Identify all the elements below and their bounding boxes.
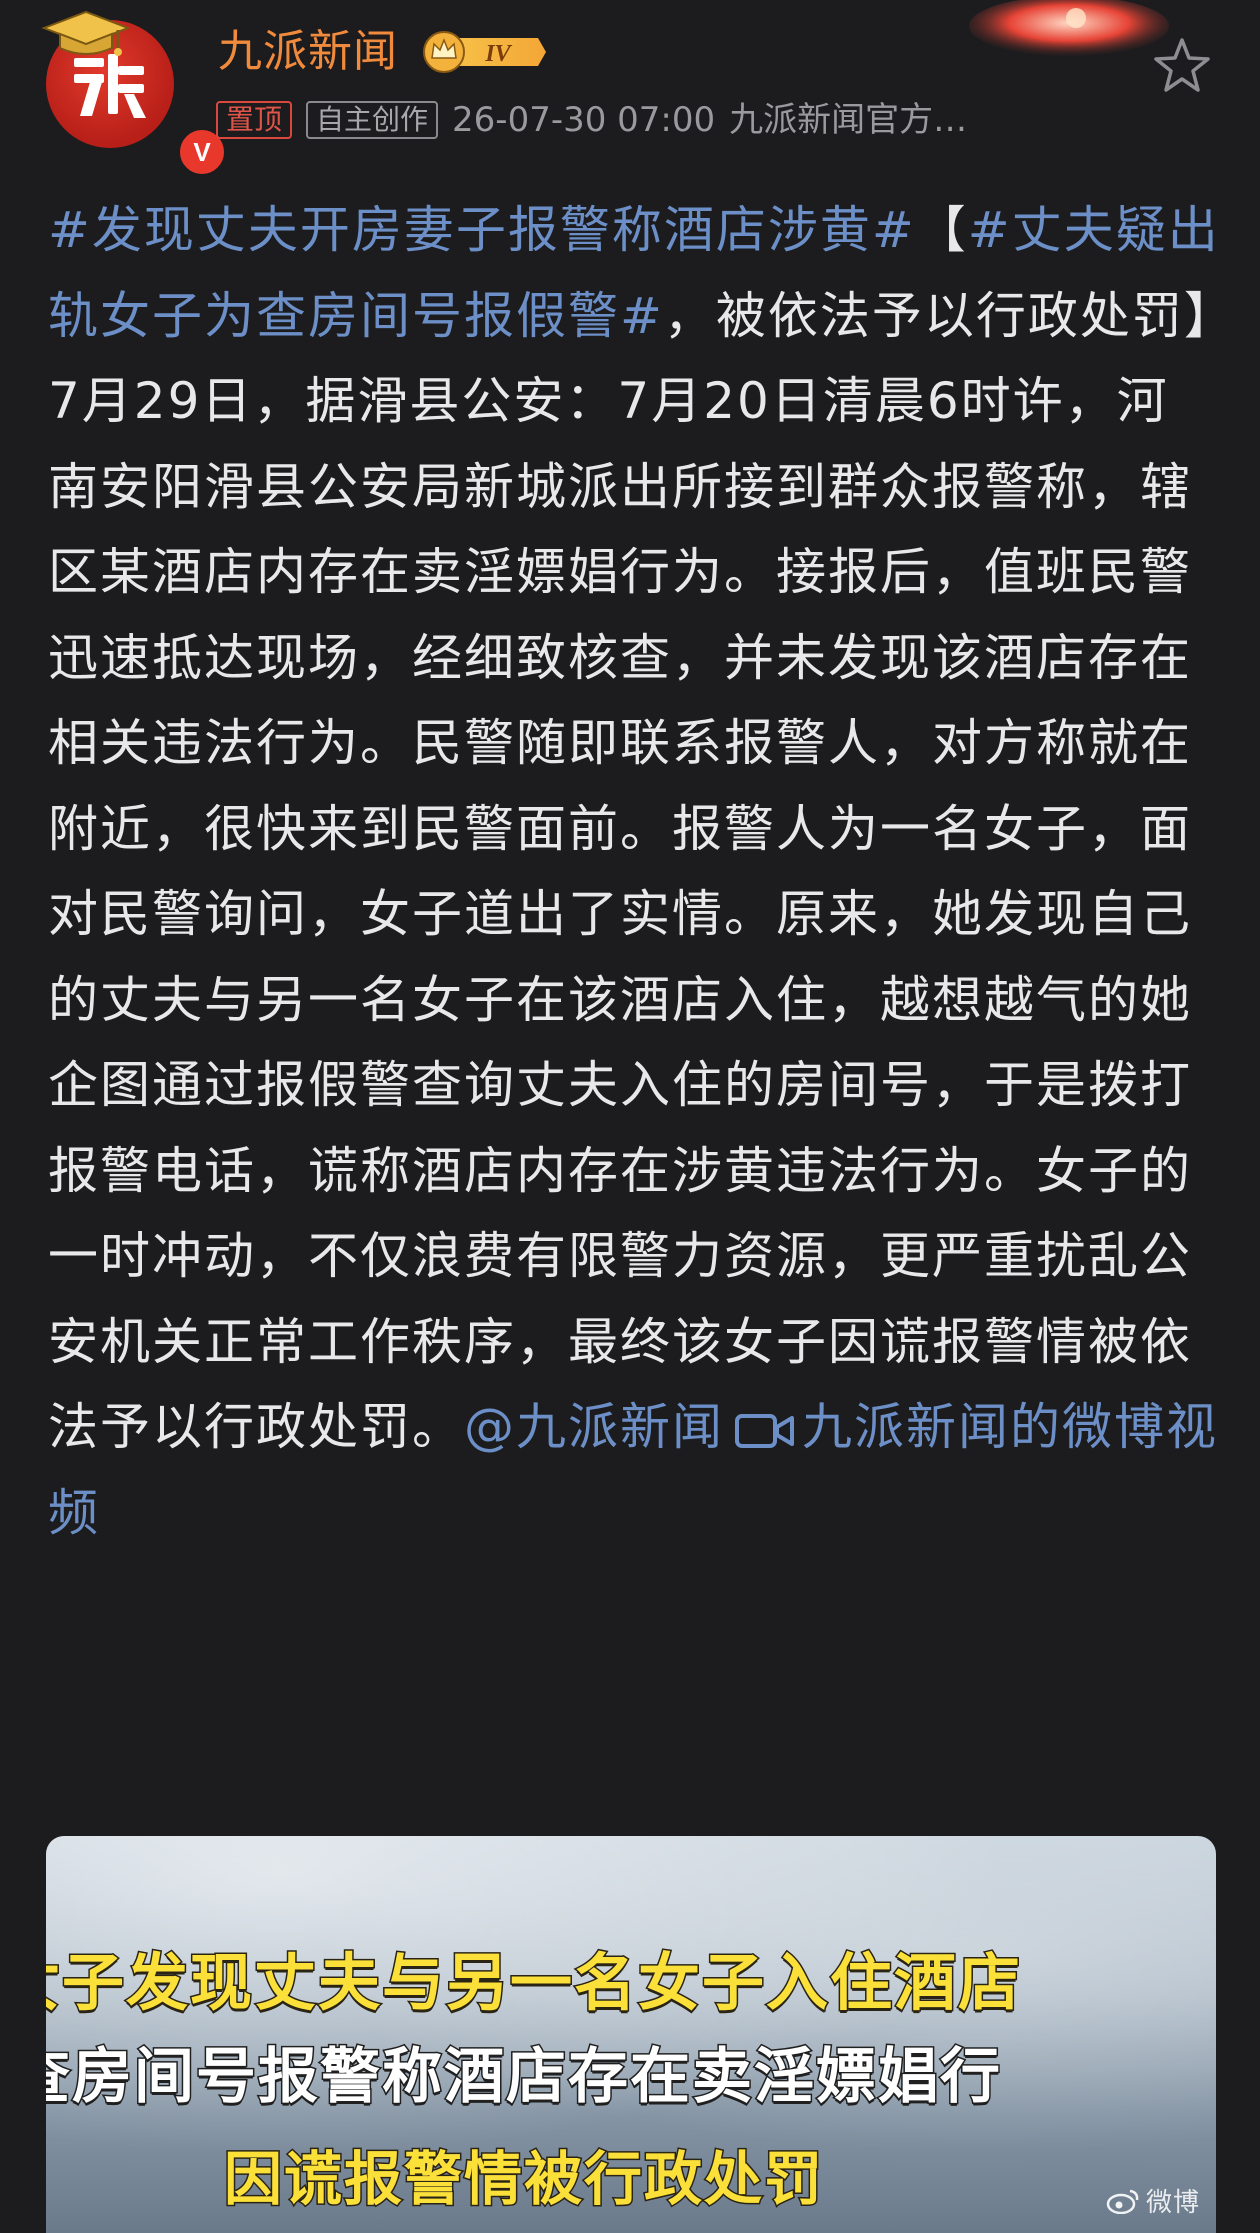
weibo-post-page: V 九派新闻 IV 置顶 自主创作 26-07-30 07:00 九派新闻官方…… <box>0 0 1260 2233</box>
video-caption-line: 女子发现丈夫与另一名女子入住酒店 <box>46 1945 1023 2021</box>
graduation-cap-icon <box>41 10 130 56</box>
post-source: 九派新闻官方… <box>729 100 968 140</box>
decorative-banner-image <box>969 0 1169 56</box>
weibo-watermark: 微博 <box>1106 2182 1200 2219</box>
post-meta: 置顶 自主创作 26-07-30 07:00 九派新闻官方… <box>216 98 967 142</box>
hashtag-link[interactable]: #发现丈夫开房妻子报警称酒店涉黄# <box>48 201 916 259</box>
author-name[interactable]: 九派新闻 <box>218 22 398 82</box>
post-timestamp: 26-07-30 07:00 <box>452 100 716 140</box>
video-caption-line: 查房间号报警称酒店存在卖淫嫖娼行 <box>46 2041 1002 2114</box>
original-content-tag: 自主创作 <box>306 101 439 139</box>
member-level-badge: IV <box>423 31 546 73</box>
favorite-star-icon[interactable] <box>1150 34 1214 98</box>
weibo-logo-icon <box>1106 2189 1139 2214</box>
video-caption-line: 因谎报警情被行政处罚 <box>223 2144 825 2215</box>
author-avatar[interactable]: V <box>41 10 228 178</box>
bracket-text: 【 <box>915 201 968 259</box>
level-text: IV <box>484 41 512 67</box>
post-content: ，被依法予以行政处罚】7月29日，据滑县公安：7月20日清晨6时许，河南安阳滑县… <box>48 286 1211 1457</box>
watermark-text: 微博 <box>1145 2188 1200 2218</box>
video-camera-icon <box>735 1413 794 1448</box>
mention-link[interactable]: @九派新闻 <box>464 1398 724 1456</box>
video-thumbnail[interactable]: 女子发现丈夫与另一名女子入住酒店 查房间号报警称酒店存在卖淫嫖娼行 因谎报警情被… <box>46 1836 1216 2233</box>
post-text: #发现丈夫开房妻子报警称酒店涉黄#【#丈夫疑出轨女子为查房间号报假警#，被依法予… <box>48 188 1220 1556</box>
pinned-tag: 置顶 <box>216 101 293 139</box>
